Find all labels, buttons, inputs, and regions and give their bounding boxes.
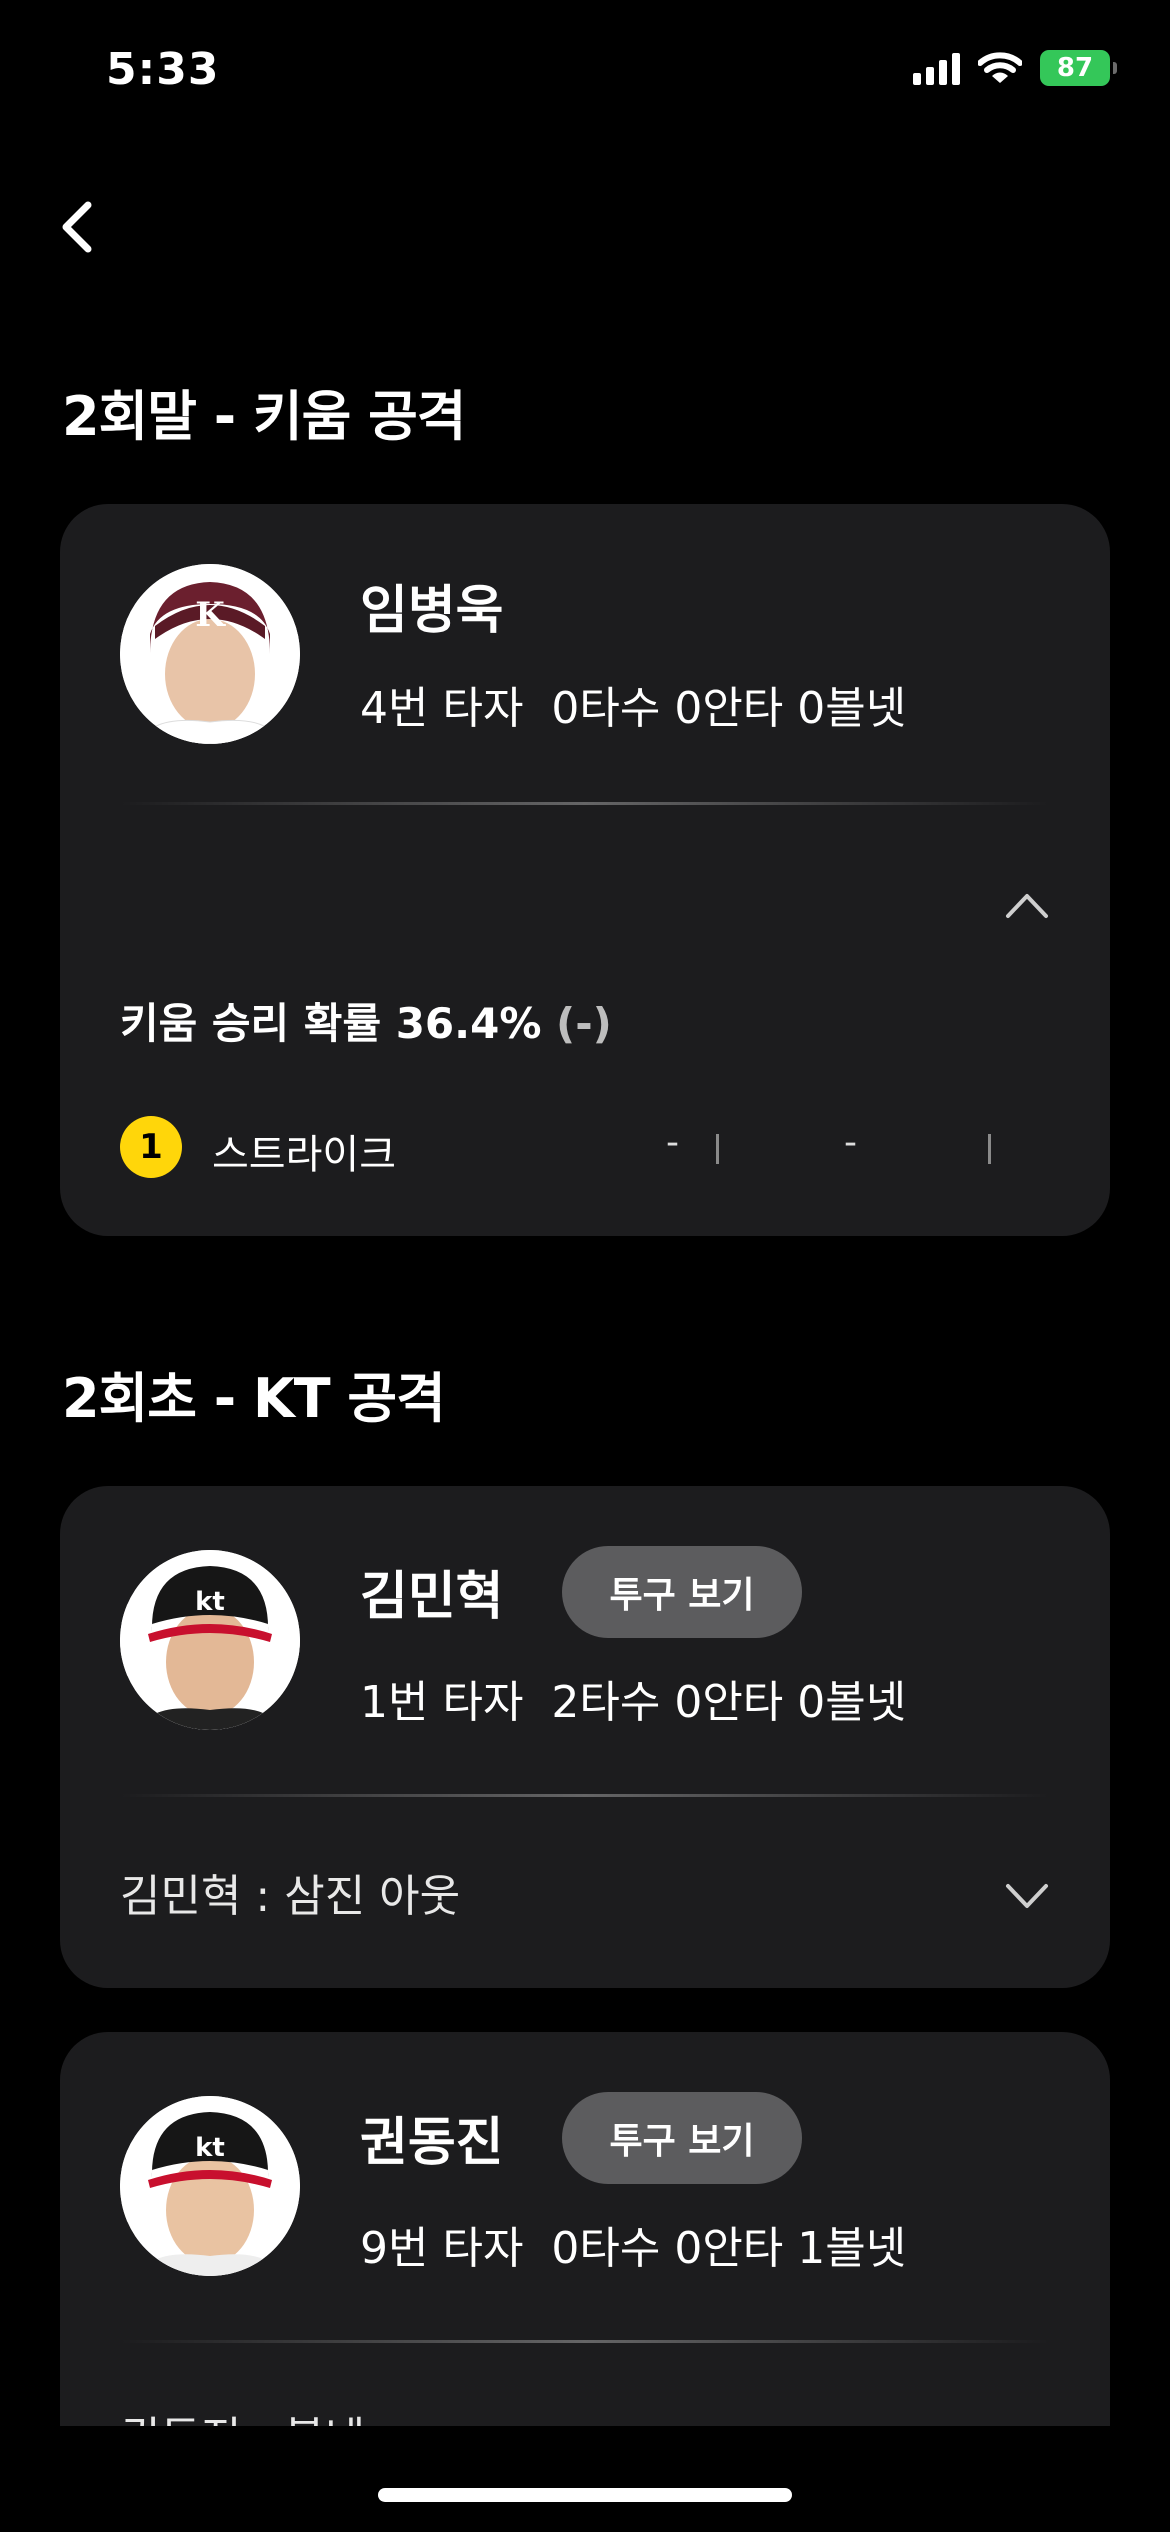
batter-card: kt 권동진 투구 보기 9번 타자 0타수 0안타 1볼넷 권동진 : 볼넷 xyxy=(60,2032,1110,2426)
batter-card-current: K 임병욱 4번 타자 0타수 0안타 0볼넷 키움 승리 확률 36.4% (… xyxy=(60,504,1110,1236)
chevron-up-icon[interactable] xyxy=(1002,884,1052,924)
status-icons: 87 xyxy=(913,50,1117,86)
player-avatar: K xyxy=(120,564,300,744)
battery-level: 87 xyxy=(1056,53,1094,83)
pitch-speed: - xyxy=(666,1122,679,1163)
pitch-number-badge: 1 xyxy=(120,1116,182,1178)
view-pitches-button[interactable]: 투구 보기 xyxy=(562,1546,802,1638)
back-chevron-icon xyxy=(62,201,92,253)
card-divider xyxy=(120,802,1050,805)
pitch-row: 1 스트라이크 - - xyxy=(120,1116,1050,1178)
player-avatar: kt xyxy=(120,1550,300,1730)
player-photo: kt xyxy=(120,2096,300,2276)
player-name: 권동진 xyxy=(360,2113,504,2173)
wifi-icon xyxy=(978,52,1022,83)
player-stats: 4번 타자 0타수 0안타 0볼넷 xyxy=(360,683,907,734)
win-probability-delta: (-) xyxy=(556,999,612,1048)
pitch-count: - xyxy=(844,1122,857,1163)
player-photo: K xyxy=(120,564,300,744)
batter-card: kt 김민혁 투구 보기 1번 타자 2타수 0안타 0볼넷 김민혁 : 삼진 … xyxy=(60,1486,1110,1988)
section-title-top-2nd: 2회초 - KT 공격 xyxy=(62,1367,446,1430)
view-pitches-button[interactable]: 투구 보기 xyxy=(562,2092,802,2184)
chevron-down-icon[interactable] xyxy=(1002,1876,1052,1916)
at-bat-result: 김민혁 : 삼진 아웃 xyxy=(120,1871,461,1922)
game-relay-screen: 5:33 87 2회말 - 키움 공격 K 임병욱 4번 타자 0타수 0안타 … xyxy=(0,0,1170,2532)
svg-text:kt: kt xyxy=(195,1587,225,1617)
battery-icon: 87 xyxy=(1040,50,1117,86)
player-name: 김민혁 xyxy=(360,1567,504,1627)
player-photo: kt xyxy=(120,1550,300,1730)
pitch-separator xyxy=(716,1134,719,1164)
player-name: 임병욱 xyxy=(360,581,504,641)
status-time: 5:33 xyxy=(106,44,220,95)
card-divider xyxy=(120,2340,1050,2343)
svg-text:K: K xyxy=(195,595,226,635)
player-stats: 1번 타자 2타수 0안타 0볼넷 xyxy=(360,1677,907,1728)
back-button[interactable] xyxy=(58,192,114,262)
win-probability-text: 키움 승리 확률 36.4% xyxy=(120,999,542,1048)
at-bat-result: 권동진 : 볼넷 xyxy=(120,2402,365,2426)
card-divider xyxy=(120,1794,1050,1797)
pitch-separator xyxy=(988,1134,991,1164)
pitch-type: 스트라이크 xyxy=(212,1132,396,1178)
svg-text:kt: kt xyxy=(195,2133,225,2163)
player-avatar: kt xyxy=(120,2096,300,2276)
home-indicator[interactable] xyxy=(378,2488,792,2502)
win-probability: 키움 승리 확률 36.4% (-) xyxy=(120,990,612,1051)
player-stats: 9번 타자 0타수 0안타 1볼넷 xyxy=(360,2223,907,2274)
signal-icon xyxy=(913,51,960,85)
section-title-bottom-2nd: 2회말 - 키움 공격 xyxy=(62,385,466,448)
